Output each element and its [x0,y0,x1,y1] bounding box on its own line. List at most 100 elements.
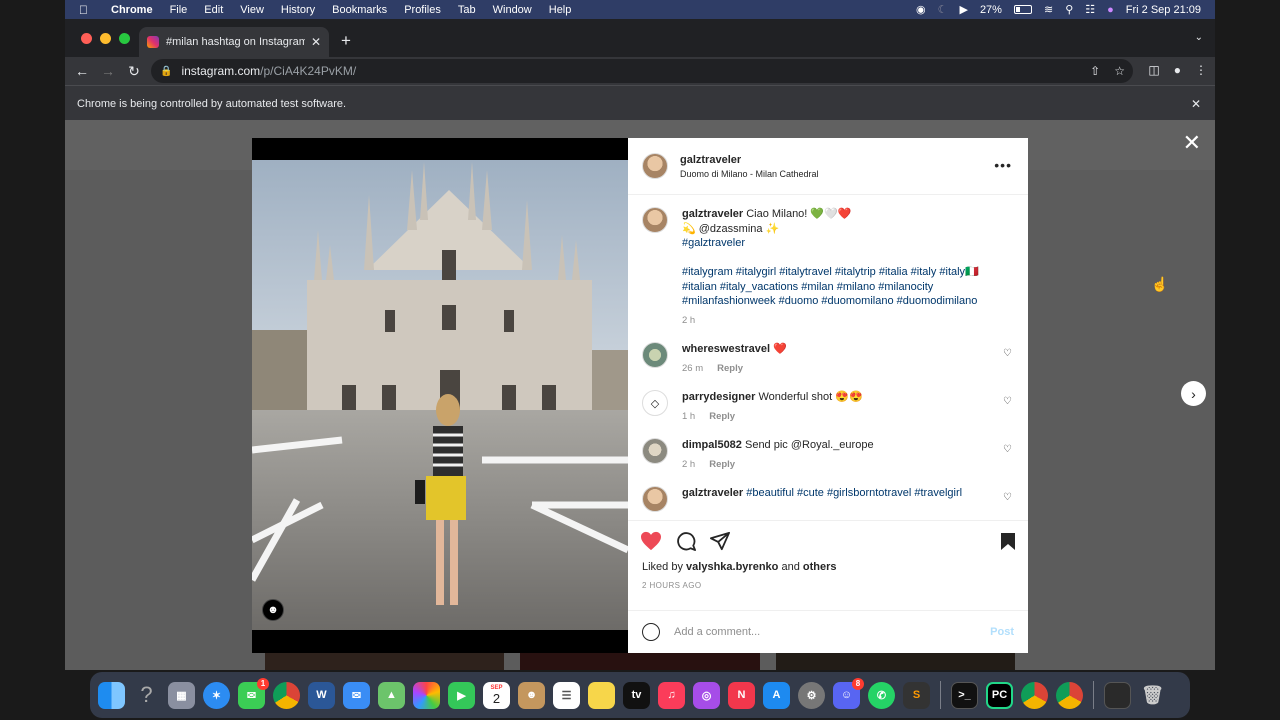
chrome-icon[interactable] [1021,681,1048,709]
lock-icon[interactable]: 🔒 [160,66,172,77]
menu-profiles[interactable]: Profiles [404,4,441,16]
commenter-avatar[interactable] [642,438,668,464]
close-modal-icon[interactable]: ✕ [1183,132,1201,154]
reply-button[interactable]: Reply [717,363,743,374]
chrome-menu-icon[interactable]: ⋮ [1195,63,1207,77]
menu-file[interactable]: File [170,4,188,16]
notes-icon[interactable] [588,681,615,709]
mail-icon[interactable]: ✉ [343,681,370,709]
trash-icon[interactable]: 🗑 [1139,682,1166,709]
launchpad-icon[interactable]: ▦ [168,681,195,709]
like-heart-icon[interactable] [640,531,662,551]
apple-tv-icon[interactable]: tv [623,681,650,709]
menu-help[interactable]: Help [549,4,572,16]
author-avatar[interactable] [642,207,668,233]
tagged-user-icon[interactable]: ☻ [262,599,284,621]
menu-bookmarks[interactable]: Bookmarks [332,4,387,16]
zoom-window-button[interactable] [119,33,130,44]
podcasts-icon[interactable]: ◎ [693,681,720,709]
reply-button[interactable]: Reply [709,459,735,470]
play-icon[interactable]: ▶ [959,3,967,16]
commenter-avatar[interactable] [642,486,668,512]
liked-by-user[interactable]: valyshka.byrenko [686,561,778,573]
browser-tab[interactable]: #milan hashtag on Instagram ✕ [139,27,329,57]
comment-username[interactable]: dimpal5082 [682,439,742,451]
comments-list[interactable]: galztraveler Ciao Milano! 💚🤍❤️ 💫 @dzassm… [628,195,1028,520]
author-avatar[interactable] [642,153,668,179]
comment-body[interactable]: #beautiful #cute #girlsborntotravel #tra… [746,487,962,499]
bookmark-star-icon[interactable]: ☆ [1114,64,1125,78]
menu-clock[interactable]: Fri 2 Sep 21:09 [1126,4,1201,16]
reload-button[interactable]: ↻ [121,63,147,80]
commenter-avatar[interactable] [642,342,668,368]
caption-username[interactable]: galztraveler [682,208,743,220]
post-photo[interactable] [252,160,628,630]
infobar-close-icon[interactable]: ✕ [1191,97,1201,111]
whatsapp-icon[interactable]: ✆ [868,681,895,709]
calendar-icon[interactable]: SEP 2 [483,681,510,709]
music-icon[interactable]: ♫ [658,681,685,709]
maps-icon[interactable]: ▲ [378,681,405,709]
tab-close-icon[interactable]: ✕ [311,35,321,49]
messages-icon[interactable]: ✉ 1 [238,677,269,709]
post-time-ago[interactable]: 2 HOURS AGO [628,581,1028,590]
caption-line-3[interactable]: #galztraveler [682,237,745,249]
minimized-window-icon[interactable] [1104,681,1131,709]
spotlight-search-icon[interactable]: ⚲ [1065,3,1073,16]
back-button[interactable]: ← [69,63,95,79]
share-icon[interactable]: ⇧ [1090,64,1100,78]
post-media[interactable]: ☻ [252,138,628,653]
comment-username[interactable]: whereswestravel [682,343,770,355]
menu-app-name[interactable]: Chrome [111,4,153,16]
more-options-icon[interactable]: ••• [994,157,1012,173]
caption-hashtags-3[interactable]: #milanfashionweek #duomo #duomomilano #d… [682,295,977,307]
comment-username[interactable]: parrydesigner [682,391,755,403]
like-comment-heart-icon[interactable]: ♡ [1003,492,1012,503]
tab-search-chevron-icon[interactable]: ⌄ [1195,32,1203,43]
menu-tab[interactable]: Tab [458,4,476,16]
news-icon[interactable]: N [728,681,755,709]
minimize-window-button[interactable] [100,33,111,44]
menu-edit[interactable]: Edit [204,4,223,16]
chrome-icon[interactable] [273,681,300,709]
siri-icon[interactable]: ● [1107,4,1114,16]
terminal-icon[interactable]: >_ [951,681,978,709]
side-panel-icon[interactable]: ◫ [1148,63,1159,77]
menu-view[interactable]: View [240,4,264,16]
moon-icon[interactable]: ☾ [938,3,948,16]
pycharm-icon[interactable]: PC [986,681,1013,709]
reminders-icon[interactable]: ☰ [553,681,580,709]
record-icon[interactable]: ◉ [916,3,926,16]
post-comment-button[interactable]: Post [990,626,1014,638]
liked-by-others[interactable]: others [803,561,837,573]
save-bookmark-icon[interactable] [1000,532,1016,551]
contacts-icon[interactable]: ☻ [518,681,545,709]
comment-input[interactable]: Add a comment... [674,626,990,638]
control-center-icon[interactable]: ☷ [1085,3,1095,16]
apple-icon[interactable]:  [79,3,95,17]
discord-icon[interactable]: ☺ 8 [833,677,864,709]
author-username[interactable]: galztraveler [680,154,819,166]
safari-icon[interactable]: ✶ [203,681,230,709]
photos-icon[interactable] [413,681,440,709]
menu-history[interactable]: History [281,4,315,16]
commenter-avatar[interactable]: ◇ [642,390,668,416]
profile-icon[interactable]: ● [1174,63,1181,77]
wifi-icon[interactable]: ≋ [1044,3,1053,16]
close-window-button[interactable] [81,33,92,44]
like-comment-heart-icon[interactable]: ♡ [1003,396,1012,407]
finder-icon[interactable] [98,681,125,709]
like-comment-heart-icon[interactable]: ♡ [1003,348,1012,359]
caption-hashtags-1[interactable]: #italygram #italygirl #italytravel #ital… [682,266,979,278]
system-settings-icon[interactable]: ⚙ [798,681,825,709]
like-comment-heart-icon[interactable]: ♡ [1003,444,1012,455]
help-icon[interactable]: ? [133,682,160,709]
app-store-icon[interactable]: A [763,681,790,709]
battery-icon[interactable] [1013,5,1032,14]
chrome-icon[interactable] [1056,681,1083,709]
forward-button[interactable]: → [95,63,121,79]
comment-bubble-icon[interactable] [676,531,696,551]
word-icon[interactable]: W [308,681,335,709]
new-tab-button[interactable]: + [341,31,351,51]
next-post-button[interactable]: › [1181,381,1206,406]
